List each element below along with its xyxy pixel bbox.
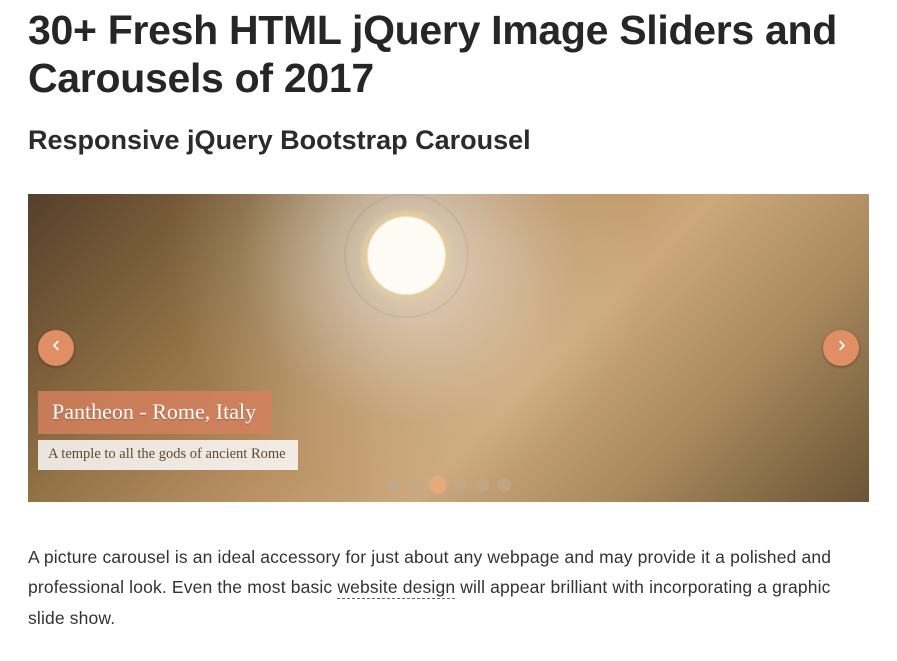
subtitle: Responsive jQuery Bootstrap Carousel	[28, 125, 869, 156]
intro-paragraph: A picture carousel is an ideal accessory…	[28, 542, 869, 634]
website-design-link[interactable]: website design	[337, 577, 455, 599]
carousel-dot[interactable]	[475, 478, 489, 492]
carousel-dot[interactable]	[497, 478, 511, 492]
arrow-left-icon	[49, 338, 64, 358]
carousel-dot[interactable]	[409, 478, 423, 492]
carousel-caption-subtitle: A temple to all the gods of ancient Rome	[38, 440, 298, 470]
carousel-caption-title: Pantheon - Rome, Italy	[38, 391, 272, 434]
carousel-next-button[interactable]	[823, 330, 859, 366]
carousel-pagination	[28, 478, 869, 492]
carousel-dot[interactable]	[387, 478, 401, 492]
carousel-dot[interactable]	[453, 478, 467, 492]
carousel: Pantheon - Rome, Italy A temple to all t…	[28, 194, 869, 502]
carousel-prev-button[interactable]	[38, 330, 74, 366]
page-title: 30+ Fresh HTML jQuery Image Sliders and …	[28, 6, 869, 103]
arrow-right-icon	[834, 338, 849, 358]
carousel-dot[interactable]	[431, 478, 445, 492]
carousel-caption: Pantheon - Rome, Italy A temple to all t…	[38, 391, 298, 470]
